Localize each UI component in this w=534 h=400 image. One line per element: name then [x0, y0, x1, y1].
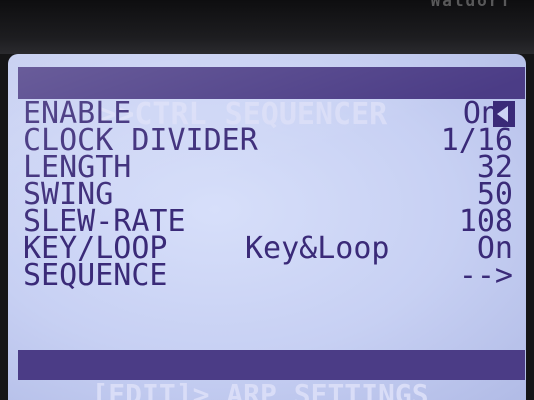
arp-settings-link[interactable]: > ARP SETTINGS — [193, 378, 429, 400]
param-row-sequence[interactable]: SEQUENCE --> — [23, 261, 513, 291]
brand-logo: Waldorf — [430, 0, 512, 10]
param-label: SEQUENCE — [23, 258, 168, 293]
param-mode: Key&Loop — [245, 231, 390, 266]
lcd-screen: >>CTRL SEQUENCER ENABLE On CLOCK DIVIDER… — [8, 54, 526, 400]
softkey-bar[interactable]: [EDIT]> ARP SETTINGS — [18, 350, 525, 400]
menu-title-bar: >>CTRL SEQUENCER — [18, 67, 525, 131]
edit-softkey[interactable]: [EDIT] — [91, 378, 192, 400]
sequence-arrow: --> — [458, 258, 513, 293]
device-bezel: Waldorf — [0, 0, 534, 54]
